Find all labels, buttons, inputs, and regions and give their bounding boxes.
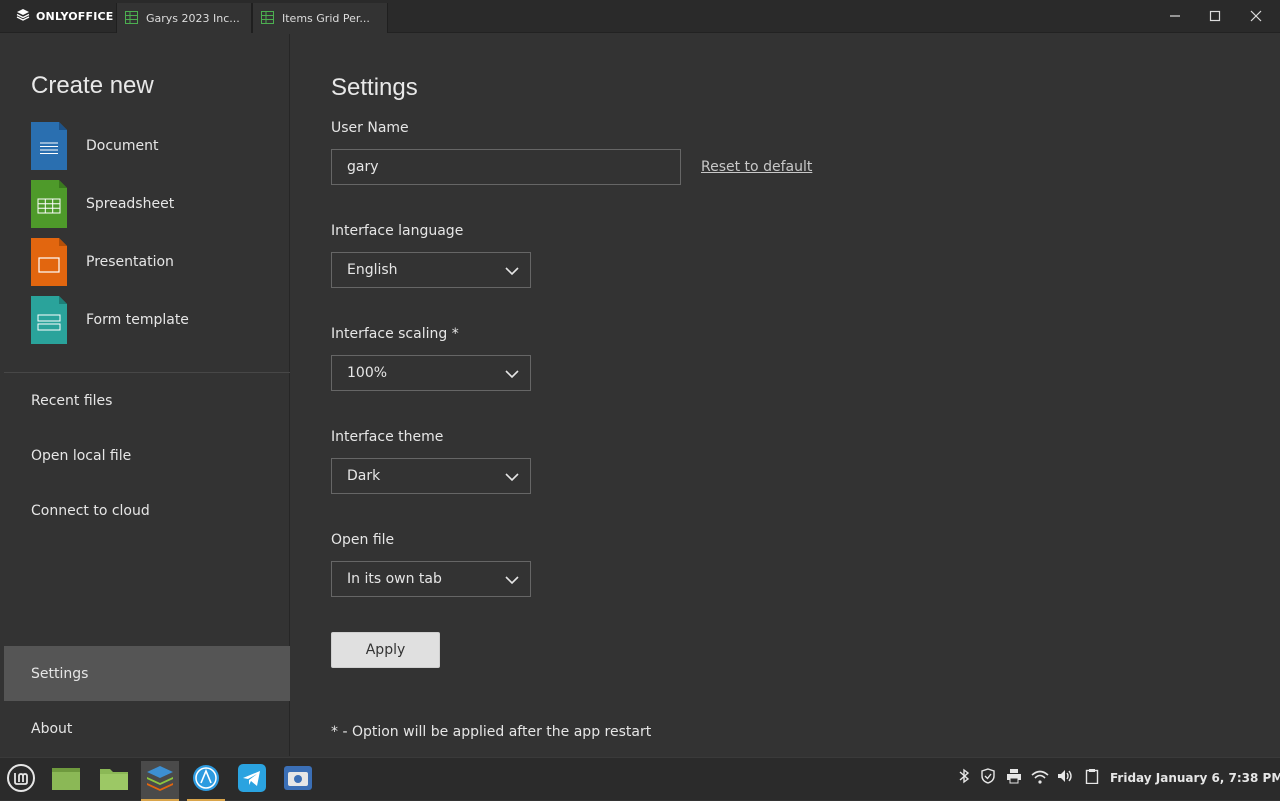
page-title: Settings: [331, 74, 418, 101]
spreadsheet-tab-icon: [125, 9, 138, 28]
close-icon: [1250, 7, 1262, 26]
create-spreadsheet-label: Spreadsheet: [86, 196, 175, 212]
bluetooth-tray[interactable]: [955, 768, 973, 788]
restart-footnote: * - Option will be applied after the app…: [331, 724, 652, 740]
mint-menu-button[interactable]: [2, 761, 40, 799]
brand-tab[interactable]: ONLYOFFICE: [4, 0, 116, 33]
create-form-template-label: Form template: [86, 312, 189, 328]
browser-icon: [191, 763, 221, 797]
interface-theme-select[interactable]: Dark: [331, 458, 531, 494]
files-icon: [51, 765, 81, 795]
create-presentation-label: Presentation: [86, 254, 174, 270]
folder-button[interactable]: [95, 761, 133, 799]
sidebar-item-settings[interactable]: Settings: [4, 646, 290, 701]
onlyoffice-taskbar-button[interactable]: [141, 761, 179, 801]
minimize-icon: [1169, 7, 1181, 26]
onlyoffice-logo-icon: [16, 7, 30, 26]
shield-icon: [980, 768, 996, 788]
wifi-tray[interactable]: [1031, 768, 1049, 788]
chevron-down-icon: [504, 572, 520, 588]
user-name-input[interactable]: [331, 149, 681, 185]
interface-theme-value: Dark: [347, 468, 381, 484]
create-form-template-button[interactable]: Form template: [31, 296, 271, 344]
tab-garys-2023[interactable]: Garys 2023 Inc...: [116, 3, 252, 33]
onlyoffice-icon: [145, 763, 175, 797]
interface-language-select[interactable]: English: [331, 252, 531, 288]
screenshot-button[interactable]: [279, 761, 317, 799]
mint-menu-icon: [6, 763, 36, 797]
interface-scaling-select[interactable]: 100%: [331, 355, 531, 391]
interface-scaling-label: Interface scaling *: [331, 326, 459, 342]
wifi-icon: [1031, 769, 1049, 788]
presentation-icon: [31, 238, 67, 286]
chevron-down-icon: [504, 366, 520, 382]
browser-button[interactable]: [187, 761, 225, 801]
telegram-button[interactable]: [233, 761, 271, 799]
interface-language-value: English: [347, 262, 398, 278]
printer-icon: [1006, 768, 1022, 788]
volume-tray[interactable]: [1056, 768, 1074, 788]
chevron-down-icon: [504, 469, 520, 485]
chevron-down-icon: [504, 263, 520, 279]
taskbar-clock[interactable]: Friday January 6, 7:38 PM: [1110, 771, 1280, 785]
create-document-label: Document: [86, 138, 159, 154]
spreadsheet-icon: [31, 180, 67, 228]
minimize-button[interactable]: [1155, 0, 1195, 33]
form-template-icon: [31, 296, 67, 344]
files-button[interactable]: [47, 761, 85, 799]
tab-label: Items Grid Per...: [282, 11, 370, 25]
close-button[interactable]: [1236, 0, 1276, 33]
volume-icon: [1056, 768, 1074, 788]
maximize-button[interactable]: [1195, 0, 1235, 33]
create-spreadsheet-button[interactable]: Spreadsheet: [31, 180, 271, 228]
taskbar: Friday January 6, 7:38 PM: [0, 757, 1280, 801]
clipboard-icon: [1085, 768, 1099, 788]
create-presentation-button[interactable]: Presentation: [31, 238, 271, 286]
sidebar-item-open-local-file[interactable]: Open local file: [4, 428, 290, 483]
screenshot-icon: [283, 763, 313, 797]
interface-theme-label: Interface theme: [331, 429, 444, 445]
sidebar: Create new Document Spreadsheet Presenta…: [4, 34, 290, 756]
interface-scaling-value: 100%: [347, 365, 388, 381]
settings-panel: Settings User Name Reset to default Inte…: [291, 34, 1280, 756]
user-name-label: User Name: [331, 120, 409, 136]
sidebar-item-about[interactable]: About: [4, 701, 290, 756]
apply-button[interactable]: Apply: [331, 632, 440, 668]
interface-language-label: Interface language: [331, 223, 464, 239]
sidebar-item-recent-files[interactable]: Recent files: [4, 373, 290, 428]
folder-icon: [99, 765, 129, 795]
tab-items-grid[interactable]: Items Grid Per...: [252, 3, 388, 33]
create-document-button[interactable]: Document: [31, 122, 271, 170]
brand-name: ONLYOFFICE: [36, 10, 114, 23]
maximize-icon: [1209, 7, 1221, 26]
bluetooth-icon: [958, 768, 970, 788]
sidebar-item-connect-to-cloud[interactable]: Connect to cloud: [4, 483, 290, 538]
telegram-icon: [237, 763, 267, 797]
open-file-value: In its own tab: [347, 571, 442, 587]
clipboard-tray[interactable]: [1083, 768, 1101, 788]
create-new-title: Create new: [31, 72, 154, 99]
spreadsheet-tab-icon: [261, 9, 274, 28]
title-bar: ONLYOFFICE Garys 2023 Inc... Items Grid …: [0, 0, 1280, 33]
reset-to-default-link[interactable]: Reset to default: [701, 159, 812, 175]
open-file-select[interactable]: In its own tab: [331, 561, 531, 597]
document-icon: [31, 122, 67, 170]
open-file-label: Open file: [331, 532, 395, 548]
tab-label: Garys 2023 Inc...: [146, 11, 240, 25]
printer-tray[interactable]: [1005, 768, 1023, 788]
shield-tray[interactable]: [979, 768, 997, 788]
